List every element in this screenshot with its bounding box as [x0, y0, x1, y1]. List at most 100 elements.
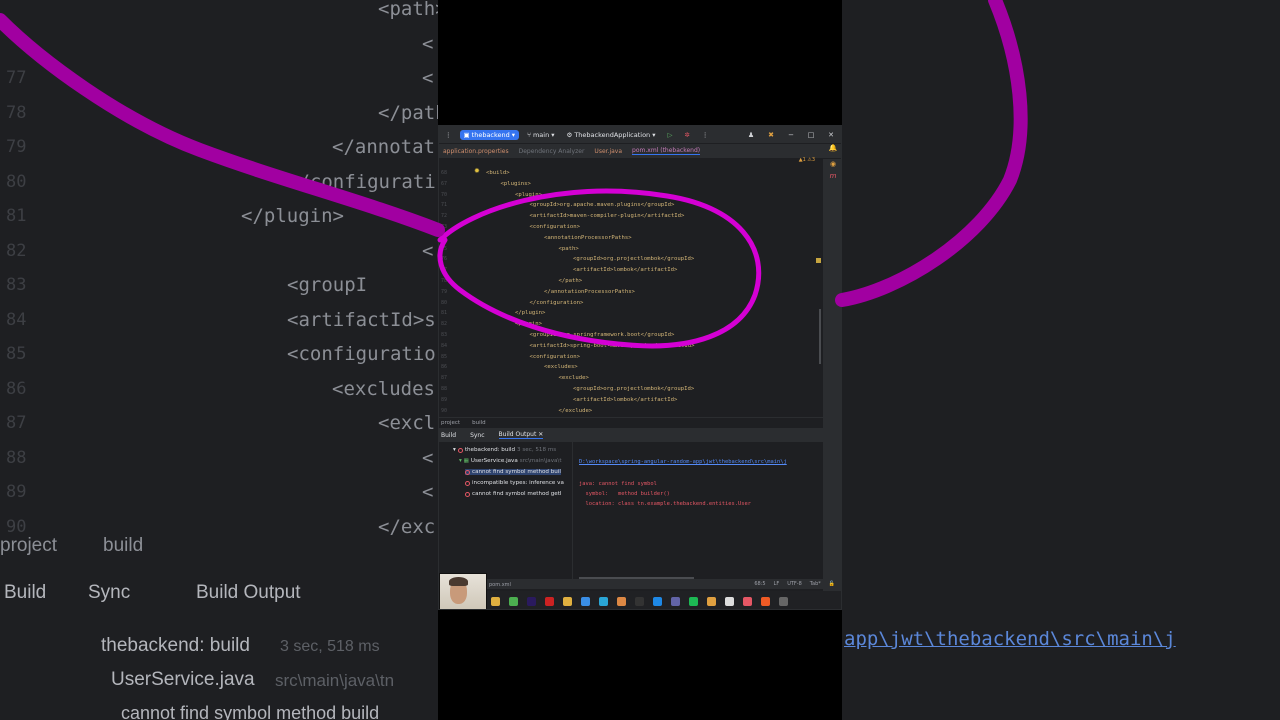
tab-build-output[interactable]: Build Output ✕ [498, 431, 544, 439]
premiere-icon[interactable] [527, 596, 536, 606]
github-icon[interactable] [725, 596, 734, 606]
code-line[interactable]: <artifactId>spring-boot-maven-plugin</ar… [530, 343, 695, 349]
line-number: 85 [441, 353, 448, 360]
code-line[interactable]: <plugins> [501, 181, 531, 187]
tab-pom-xml-thebackend[interactable]: pom.xml (thebackend) [632, 147, 701, 155]
folder-icon[interactable] [563, 596, 572, 606]
chrome-dev-icon[interactable] [617, 596, 626, 606]
code-line[interactable]: <configuration> [530, 354, 581, 360]
code-line[interactable]: <path> [559, 246, 579, 252]
code-line[interactable]: <groupId>org.projectlombok</groupId> [573, 386, 694, 392]
error-file-link[interactable]: D:\workspace\spring-angular-random-app\j… [579, 459, 787, 465]
build-tree-item[interactable]: incompatible types: inference va [465, 480, 564, 486]
line-ending[interactable]: LF [774, 581, 780, 587]
code-line[interactable]: <artifactId>lombok</artifactId> [573, 397, 677, 403]
line-number: 84 [441, 342, 448, 349]
build-tree-label: cannot find symbol method buil [472, 469, 561, 475]
build-error-line: java: cannot find symbol [579, 481, 657, 487]
chrome-canary-icon[interactable] [707, 596, 716, 606]
build-tree-item[interactable]: cannot find symbol method buil [465, 469, 561, 475]
error-icon [465, 480, 470, 486]
obs-icon[interactable] [779, 596, 788, 606]
maven-icon[interactable]: 𝘮 [823, 172, 841, 180]
lock-icon[interactable]: 🔓 [829, 581, 835, 587]
maximize-icon[interactable]: □ [801, 131, 821, 139]
menu-icon[interactable]: ⋮ [441, 130, 456, 140]
postman-icon[interactable] [761, 596, 770, 606]
terminal-icon[interactable] [635, 596, 644, 606]
build-output-console[interactable]: D:\workspace\spring-angular-random-app\j… [579, 447, 787, 519]
code-line[interactable]: <build> [486, 170, 510, 176]
breadcrumb-item-project[interactable]: project [441, 420, 460, 426]
bg-line-number: 81 [6, 206, 27, 226]
lightbulb-icon[interactable]: ✹ [474, 167, 480, 175]
code-line[interactable]: </configuration> [530, 300, 584, 306]
windows-taskbar [439, 591, 841, 609]
bg-breadcrumb-project: project [0, 535, 58, 556]
teams-icon[interactable] [671, 596, 680, 606]
scroll-thumb[interactable] [819, 309, 821, 364]
more-icon[interactable]: ⋮ [698, 130, 713, 140]
run-icon[interactable]: ▷ [663, 130, 676, 140]
line-number: 89 [441, 396, 448, 403]
close-icon[interactable]: ✕ [821, 131, 841, 139]
spotify-icon[interactable] [689, 596, 698, 606]
indent-setting[interactable]: Tab* [810, 581, 821, 587]
code-line[interactable]: <artifactId>lombok</artifactId> [573, 267, 677, 273]
tab-build[interactable]: Build [441, 432, 456, 439]
title-bar: ⋮ ▣ thebackend ▾ ⑂ main ▾ ⚙ ThebackendAp… [439, 126, 841, 143]
code-line[interactable]: <annotationProcessorPaths> [544, 235, 632, 241]
code-line[interactable]: <artifactId>maven-compiler-plugin</artif… [530, 213, 685, 219]
ai-icon[interactable]: ♟ [741, 131, 761, 139]
branch-selector[interactable]: ⑂ main ▾ [523, 130, 558, 140]
code-line[interactable]: <configuration> [530, 224, 581, 230]
file-encoding[interactable]: UTF-8 [787, 581, 802, 587]
cursor-position[interactable]: 68:5 [754, 581, 765, 587]
code-line[interactable]: <plugin> [515, 192, 542, 198]
project-selector[interactable]: ▣ thebackend ▾ [459, 129, 520, 140]
line-number: 74 [441, 234, 448, 241]
bg-line-number: 90 [6, 516, 27, 537]
build-tools-icon[interactable]: ✖ [761, 131, 781, 139]
run-config-selector[interactable]: ⚙ ThebackendApplication ▾ [562, 130, 659, 140]
code-line[interactable]: </exclude> [559, 408, 593, 414]
code-editor[interactable]: 68 67 70 71 72 73 74 75 76 77 78 79 80 81 82 83 84 85 86 87… [439, 157, 823, 417]
database-icon[interactable]: ◉ [823, 160, 841, 168]
code-line[interactable]: </annotationProcessorPaths> [544, 289, 635, 295]
tab-application-properties[interactable]: application.properties [443, 148, 509, 155]
code-line[interactable]: <groupId>org.apache.maven.plugins</group… [530, 202, 675, 208]
bg-code-line: <configuratio [287, 343, 436, 365]
tab-user-java[interactable]: User.java [594, 148, 622, 155]
taskbar-filename: pom.xml [489, 582, 511, 588]
code-line[interactable]: <exclude> [559, 375, 589, 381]
acrobat-icon[interactable] [545, 596, 554, 606]
bg-line-number: 82 [6, 240, 27, 261]
bg-line-number: 89 [6, 482, 27, 502]
vscode-alt-icon[interactable] [653, 596, 662, 606]
tab-build-output-label: Build Output [498, 431, 537, 438]
code-line[interactable]: <groupId>org.projectlombok</groupId> [573, 256, 694, 262]
edge-icon[interactable] [599, 596, 608, 606]
code-line[interactable]: <groupId>org.springframework.boot</group… [530, 332, 675, 338]
notifications-icon[interactable]: 🔔 [823, 144, 841, 152]
build-tree-item[interactable]: cannot find symbol method getI [465, 491, 562, 497]
tab-dependency-analyzer[interactable]: Dependency Analyzer [519, 148, 585, 155]
breadcrumb-item-build[interactable]: build [472, 420, 486, 426]
tab-sync[interactable]: Sync [470, 432, 484, 439]
line-number: 72 [441, 213, 448, 220]
code-line[interactable]: <excludes> [544, 364, 578, 370]
debug-icon[interactable]: ✲ [680, 130, 693, 140]
build-tree-item[interactable]: ▾ thebackend: build 3 sec, 518 ms [453, 447, 556, 453]
bg-line-number: 84 [6, 309, 27, 330]
line-number: 75 [441, 245, 448, 252]
code-line[interactable]: </plugin> [515, 310, 545, 316]
code-line[interactable]: </path> [559, 278, 583, 284]
intellij-icon[interactable] [743, 596, 752, 606]
file-explorer-icon[interactable] [491, 596, 500, 606]
chrome-icon[interactable] [509, 596, 518, 606]
code-line[interactable]: <plugin> [515, 321, 542, 327]
minimize-icon[interactable]: − [781, 131, 801, 139]
vscode-icon[interactable] [581, 596, 590, 606]
inspections-badge[interactable]: ▲1 ⚠3 [799, 157, 815, 163]
build-tree-item[interactable]: ▾ ▦ UserService.java src\main\java\t [459, 458, 562, 464]
